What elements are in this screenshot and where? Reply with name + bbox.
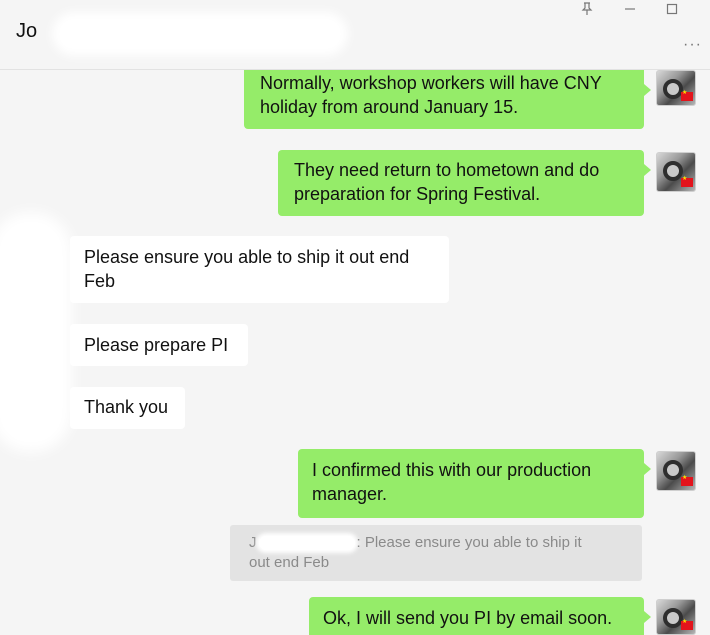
message-line: They need return to hometown and do [294, 160, 600, 180]
user-avatar[interactable] [656, 152, 696, 192]
quote-text: : Please ensure you able to ship it [356, 534, 582, 551]
message-line: Please prepare PI [84, 335, 229, 355]
gear-icon [663, 608, 683, 628]
message-bubble-incoming[interactable]: Thank you [70, 387, 185, 429]
more-options-icon[interactable]: ··· [683, 36, 702, 54]
message-bubble-incoming[interactable]: Please ensure you able to ship it out en… [70, 236, 449, 303]
message-bubble-outgoing[interactable]: Ok, I will send you PI by email soon. [309, 597, 651, 635]
message-line: preparation for Spring Festival. [294, 184, 541, 204]
quote-line-1: J : Please ensure you able to ship it [249, 533, 626, 553]
quote-sender: J [249, 534, 257, 551]
message-bubble-outgoing[interactable]: I confirmed this with our production man… [298, 449, 651, 518]
message-line: Ok, I will send you PI by email soon. [323, 608, 613, 628]
flag-icon [681, 89, 693, 101]
message-bubble-outgoing[interactable]: Normally, workshop workers will have CNY… [244, 70, 651, 129]
message-line: holiday from around January 15. [260, 97, 519, 117]
gear-icon [663, 460, 683, 480]
gear-icon [663, 79, 683, 99]
redacted-contact-avatar [0, 222, 62, 442]
message-line: I confirmed this with our production [312, 460, 592, 480]
pin-icon[interactable] [576, 2, 598, 20]
chat-header: Jo ··· [0, 0, 710, 70]
quote-line-2: out end Feb [249, 554, 330, 571]
message-line: manager. [312, 484, 388, 504]
user-avatar[interactable] [656, 70, 696, 106]
quoted-message[interactable]: J : Please ensure you able to ship it out… [230, 525, 642, 581]
message-line: Please ensure you able to ship it out en… [84, 247, 410, 267]
minimize-icon[interactable] [619, 2, 641, 20]
flag-icon [681, 618, 693, 630]
message-bubble-incoming[interactable]: Please prepare PI [70, 324, 248, 366]
chat-title: Jo [16, 20, 38, 42]
message-line: Normally, workshop workers will have CNY [260, 73, 602, 93]
flag-icon [681, 175, 693, 187]
redacted-name [60, 20, 340, 48]
user-avatar[interactable] [656, 451, 696, 491]
flag-icon [681, 474, 693, 486]
message-line: Feb [84, 271, 116, 291]
user-avatar[interactable] [656, 599, 696, 635]
message-line: Thank you [84, 397, 169, 417]
maximize-icon[interactable] [661, 2, 683, 20]
redacted-sender-name [258, 536, 355, 551]
message-bubble-outgoing[interactable]: They need return to hometown and do prep… [278, 150, 651, 216]
gear-icon [663, 161, 683, 181]
